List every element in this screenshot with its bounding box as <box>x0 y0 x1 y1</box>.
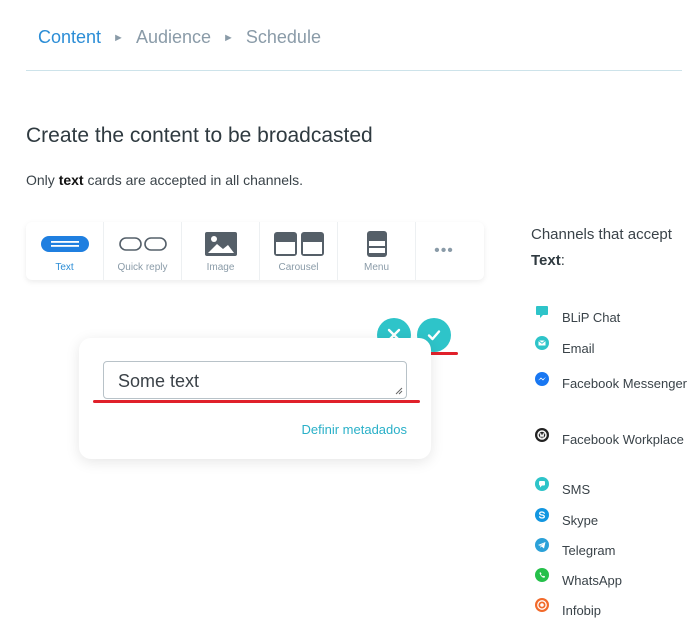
sms-icon <box>535 477 549 491</box>
channel-blip-chat: BLiP Chat <box>531 306 620 325</box>
breadcrumb-arrow-icon: ► <box>113 31 124 44</box>
page-subtitle: Only text cards are accepted in all chan… <box>26 172 303 188</box>
channels-heading: Channels that accept Text: <box>531 222 691 274</box>
tool-text[interactable]: Text <box>26 222 104 280</box>
tool-menu[interactable]: Menu <box>338 222 416 280</box>
breadcrumb: Content ► Audience ► Schedule <box>38 27 321 48</box>
tool-label: Menu <box>363 262 389 273</box>
subtitle-prefix: Only <box>26 172 59 188</box>
telegram-icon <box>535 538 549 552</box>
resize-handle-icon[interactable] <box>395 387 403 395</box>
card-type-toolbar: Text Quick reply Image Carousel Menu ••• <box>26 222 484 280</box>
breadcrumb-step-content[interactable]: Content <box>38 27 101 48</box>
channel-telegram: Telegram <box>531 538 615 558</box>
text-card-input[interactable]: Some text <box>103 361 407 399</box>
channel-skype: Skype <box>531 508 598 528</box>
page-title: Create the content to be broadcasted <box>26 124 373 147</box>
channels-panel: Channels that accept Text: BLiP Chat Ema… <box>531 222 691 618</box>
channel-name: Facebook Workplace <box>562 432 684 447</box>
breadcrumb-step-schedule[interactable]: Schedule <box>246 27 321 48</box>
breadcrumb-arrow-icon: ► <box>223 31 234 44</box>
check-icon <box>427 330 441 341</box>
channel-name: Facebook Messenger <box>562 376 688 391</box>
blip-chat-icon <box>536 306 548 318</box>
more-icon: ••• <box>434 242 454 259</box>
breadcrumb-step-audience[interactable]: Audience <box>136 27 211 48</box>
channels-heading-prefix: Channels that accept <box>531 226 672 243</box>
text-icon <box>40 231 89 257</box>
tool-label: Text <box>55 262 74 273</box>
channel-infobip: Infobip <box>531 598 601 618</box>
skype-icon <box>535 508 549 522</box>
define-metadata-link[interactable]: Definir metadados <box>302 422 408 437</box>
infobip-icon <box>535 598 549 612</box>
email-icon <box>535 336 549 350</box>
channel-sms: SMS <box>531 477 590 497</box>
input-highlight-underline <box>93 400 420 403</box>
tool-label: Quick reply <box>117 262 168 273</box>
messenger-icon <box>535 372 549 386</box>
tool-label: Carousel <box>278 262 319 273</box>
channels-heading-suffix: : <box>560 252 565 269</box>
tool-label: Image <box>206 262 235 273</box>
menu-icon <box>366 231 387 257</box>
channel-whatsapp: WhatsApp <box>531 568 622 588</box>
image-icon <box>204 231 237 257</box>
channels-heading-bold: Text <box>531 252 561 269</box>
channel-facebook-messenger: Facebook Messenger <box>531 371 691 397</box>
whatsapp-icon <box>535 568 549 582</box>
text-card-value: Some text <box>118 371 200 391</box>
text-card-editor: Some text Definir metadados <box>79 338 431 459</box>
channel-email: Email <box>531 336 595 356</box>
carousel-icon <box>273 231 324 257</box>
tool-image[interactable]: Image <box>182 222 260 280</box>
more-options-button[interactable]: ••• <box>416 222 472 280</box>
header-divider <box>26 70 682 71</box>
tool-carousel[interactable]: Carousel <box>260 222 338 280</box>
subtitle-suffix: cards are accepted in all channels. <box>83 172 304 188</box>
tool-quick-reply[interactable]: Quick reply <box>104 222 182 280</box>
quick-reply-icon <box>118 231 167 257</box>
channel-facebook-workplace: Facebook Workplace <box>531 427 691 453</box>
workplace-icon <box>535 428 549 442</box>
subtitle-bold: text <box>58 172 84 188</box>
